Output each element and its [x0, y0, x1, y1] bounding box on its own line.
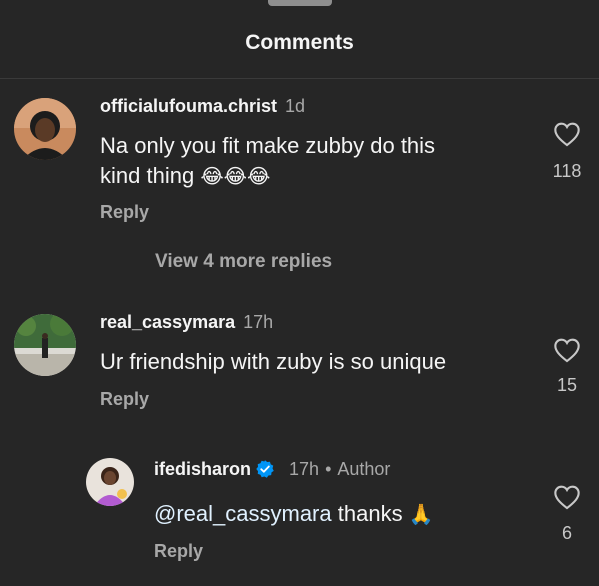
comments-header: Comments [0, 0, 599, 79]
separator-dot: • [325, 459, 332, 479]
mention-link[interactable]: @real_cassymara [154, 501, 332, 526]
comment-meta: ifedisharon 17h • Author [154, 459, 390, 480]
like-count: 118 [552, 161, 582, 181]
heart-icon[interactable] [553, 337, 581, 363]
comment-text: Ur friendship with zuby is so unique [100, 349, 447, 374]
comment-meta: real_cassymara 17h [100, 312, 273, 333]
comment-text-line: Na only you fit make zubby do this [100, 133, 436, 158]
avatar[interactable] [14, 314, 76, 376]
heart-icon[interactable] [553, 121, 581, 147]
reply-button[interactable]: Reply [100, 389, 149, 410]
author-label: Author [337, 459, 391, 479]
comment-text: Na only you fit make zubby do this kind … [100, 131, 435, 192]
avatar[interactable] [86, 458, 134, 506]
avatar[interactable] [14, 98, 76, 160]
comment-time: 17h [243, 312, 274, 332]
comment-meta: officialufouma.christ 1d [100, 96, 305, 117]
reply-button[interactable]: Reply [154, 541, 203, 562]
comment-time: 1d [285, 96, 306, 116]
comment-text: @real_cassymara thanks 🙏 [154, 499, 434, 530]
heart-icon[interactable] [553, 484, 581, 510]
comment-text-line-2: kind thing [100, 163, 195, 188]
like-count: 6 [561, 523, 572, 543]
laughing-emoji: 😂😂😂 [200, 166, 271, 188]
comment-time: 17h [289, 459, 320, 479]
folded-hands-emoji: 🙏 [408, 504, 434, 526]
reply-button[interactable]: Reply [100, 202, 149, 223]
comment-text-line: kind thing 😂😂😂 [100, 161, 435, 192]
username[interactable]: ifedisharon [154, 459, 251, 479]
page-title: Comments [245, 31, 354, 54]
verified-badge-icon [256, 460, 274, 478]
username[interactable]: officialufouma.christ [100, 96, 277, 116]
view-more-replies-button[interactable]: View 4 more replies [155, 251, 332, 273]
reply-text: thanks [337, 501, 403, 526]
like-count: 15 [556, 375, 578, 395]
username[interactable]: real_cassymara [100, 312, 235, 332]
